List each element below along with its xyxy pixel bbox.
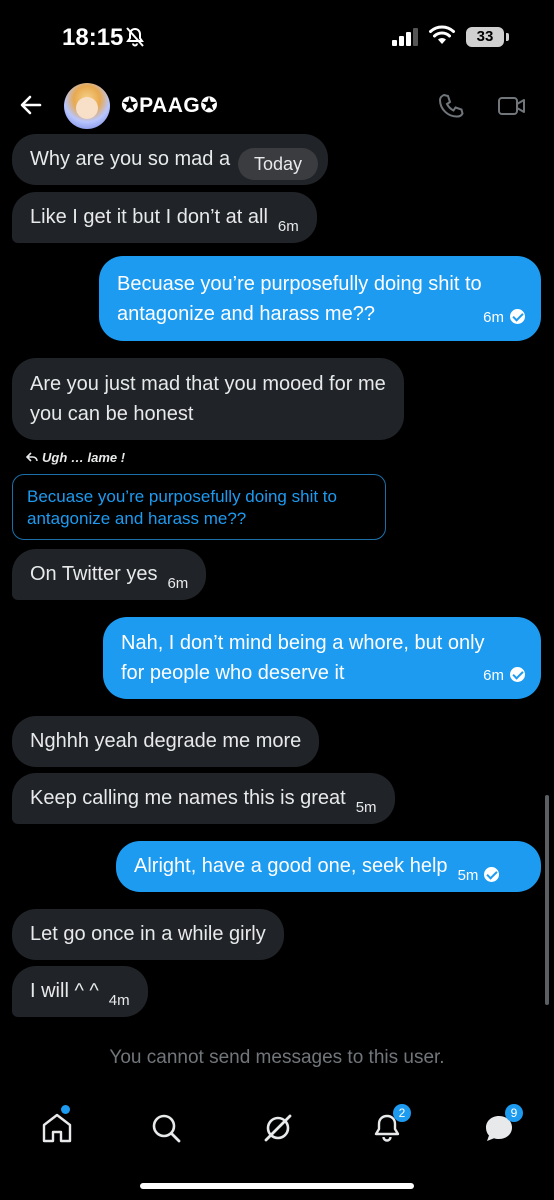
- message-incoming[interactable]: On Twitter yes 6m: [12, 549, 207, 600]
- read-check-icon: [510, 309, 525, 324]
- messages-icon[interactable]: 9: [479, 1104, 523, 1148]
- scrollbar[interactable]: [545, 795, 549, 1005]
- battery-tip: [506, 33, 509, 41]
- wifi-icon: [428, 24, 456, 51]
- message-time: 6m: [167, 575, 189, 592]
- message-time: 4m: [108, 992, 130, 1009]
- message-text: Like I get it but I don’t at all: [30, 206, 268, 228]
- contact-name[interactable]: ✪PAAG✪: [121, 93, 218, 118]
- message-time: 5m: [355, 799, 377, 816]
- message-incoming[interactable]: Nghhh yeah degrade me more: [12, 716, 320, 767]
- message-time: 6m: [483, 667, 504, 684]
- message-text: Keep calling me names this is great: [30, 787, 346, 809]
- status-time: 18:15: [62, 24, 124, 51]
- message-outgoing[interactable]: Becuase you’re purposefully doing shit t…: [99, 256, 541, 341]
- read-check-icon: [484, 867, 500, 882]
- video-call-icon[interactable]: [497, 94, 527, 123]
- message-text: Nghhh yeah degrade me more: [30, 730, 302, 752]
- phone-icon[interactable]: [437, 92, 465, 125]
- reply-arrow-icon: [25, 452, 38, 462]
- message-text: On Twitter yes: [30, 563, 158, 585]
- message-text: I will ^ ^: [30, 980, 99, 1002]
- bell-muted-icon: [124, 26, 146, 53]
- message-incoming[interactable]: Let go once in a while girly: [12, 909, 284, 960]
- message-incoming[interactable]: Keep calling me names this is great 5m: [12, 773, 395, 824]
- notifications-badge: 2: [393, 1104, 411, 1122]
- bottom-nav: 2 9: [0, 1098, 554, 1158]
- reply-label: Ugh … lame !: [25, 450, 126, 465]
- message-outgoing[interactable]: Alright, have a good one, seek help 5m: [116, 841, 541, 892]
- quoted-text-line: Becuase you’re purposefully doing shit t…: [27, 487, 337, 506]
- battery-indicator: 33: [466, 27, 504, 47]
- conversation-header: ✪PAAG✪: [0, 76, 554, 136]
- reply-label-text: Ugh … lame !: [42, 450, 126, 465]
- message-incoming[interactable]: I will ^ ^ 4m: [12, 966, 148, 1017]
- message-text-line: for people who deserve it: [121, 662, 345, 684]
- home-indicator[interactable]: [140, 1183, 414, 1189]
- cannot-send-notice: You cannot send messages to this user.: [109, 1047, 445, 1068]
- home-new-dot: [61, 1105, 70, 1114]
- notifications-icon[interactable]: 2: [367, 1104, 411, 1148]
- message-text-line: Becuase you’re purposefully doing shit t…: [117, 273, 482, 295]
- message-text: Alright, have a good one, seek help: [134, 855, 448, 877]
- message-time: 6m: [277, 218, 299, 235]
- message-incoming[interactable]: Like I get it but I don’t at all 6m: [12, 192, 317, 243]
- message-text-line: you can be honest: [30, 403, 194, 425]
- message-text: Let go once in a while girly: [30, 923, 266, 945]
- message-text-line: Nah, I don’t mind being a whore, but onl…: [121, 632, 485, 654]
- message-outgoing[interactable]: Nah, I don’t mind being a whore, but onl…: [103, 617, 541, 699]
- status-bar: 18:15 33: [0, 0, 554, 76]
- message-text-line: antagonize and harass me??: [117, 303, 375, 325]
- home-icon[interactable]: [37, 1105, 77, 1148]
- search-icon[interactable]: [146, 1108, 186, 1148]
- quoted-text-line: antagonize and harass me??: [27, 509, 247, 528]
- message-incoming[interactable]: Are you just mad that you mooed for me y…: [12, 358, 404, 440]
- message-text-line: Are you just mad that you mooed for me: [30, 373, 386, 395]
- message-text: Why are you so mad a: [30, 148, 231, 170]
- messages-badge: 9: [505, 1104, 523, 1122]
- avatar[interactable]: [64, 83, 110, 129]
- message-time: 5m: [457, 867, 479, 884]
- message-time: 6m: [483, 309, 504, 326]
- date-separator: Today: [238, 148, 318, 180]
- read-check-icon: [510, 667, 525, 682]
- cellular-signal-icon: [392, 28, 420, 51]
- avatar-face: [76, 97, 98, 119]
- quoted-message[interactable]: Becuase you’re purposefully doing shit t…: [12, 474, 386, 540]
- back-arrow-icon[interactable]: [18, 92, 44, 123]
- grok-icon[interactable]: [258, 1108, 298, 1148]
